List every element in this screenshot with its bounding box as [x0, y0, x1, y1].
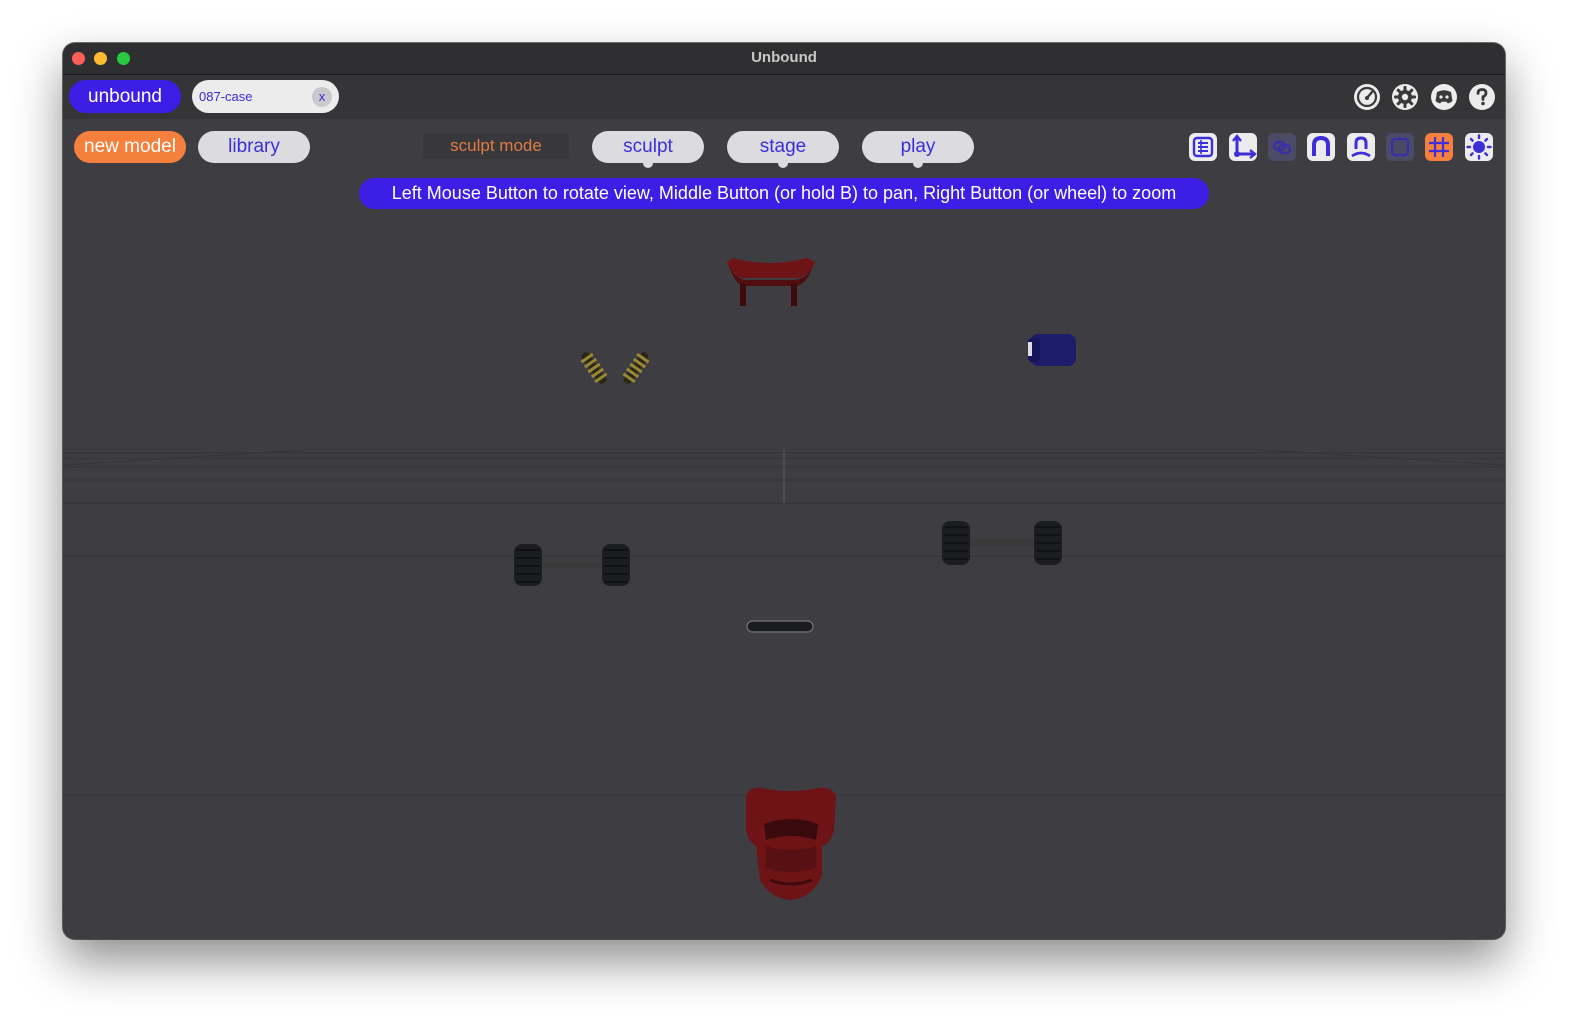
title-bar: Unbound	[63, 43, 1505, 75]
help-icon[interactable]	[1467, 82, 1497, 112]
controls-hint: Left Mouse Button to rotate view, Middle…	[359, 178, 1209, 209]
battery-part[interactable]	[1024, 330, 1080, 370]
discord-icon[interactable]	[1429, 82, 1459, 112]
tab-notch	[643, 158, 653, 168]
3d-viewport[interactable]: new model library sculpt mode sculpt sta…	[63, 120, 1505, 939]
magnet-icon[interactable]	[1306, 132, 1336, 162]
grid-icon[interactable]	[1424, 132, 1454, 162]
tab-notch	[778, 158, 788, 168]
window-title: Unbound	[751, 49, 817, 66]
skid-plate-part[interactable]	[745, 618, 815, 636]
tab-play-label: play	[900, 136, 936, 157]
seat-part[interactable]	[721, 254, 819, 310]
link-icon[interactable]	[1267, 132, 1297, 162]
frame-icon[interactable]	[1385, 132, 1415, 162]
top-bar: unbound 087-case x	[63, 75, 1505, 119]
front-axle-part[interactable]	[938, 517, 1066, 569]
new-model-button[interactable]: new model	[74, 131, 186, 163]
tab-sculpt[interactable]: sculpt	[592, 131, 704, 168]
brand-button[interactable]: unbound	[69, 80, 181, 113]
mirror-icon[interactable]	[1346, 132, 1376, 162]
settings-gear-icon[interactable]	[1390, 82, 1420, 112]
list-panel-icon[interactable]	[1188, 132, 1218, 162]
tab-stage-label: stage	[759, 136, 807, 157]
file-tab[interactable]: 087-case x	[192, 80, 339, 113]
rear-axle-part[interactable]	[510, 540, 636, 590]
tab-sculpt-label: sculpt	[623, 136, 673, 157]
front-bumper-part[interactable]	[740, 784, 840, 904]
library-button[interactable]: library	[198, 131, 310, 163]
file-tab-name: 087-case	[199, 89, 253, 104]
light-icon[interactable]	[1464, 132, 1494, 162]
performance-gauge-icon[interactable]	[1352, 82, 1382, 112]
shock-absorber-part[interactable]	[576, 346, 656, 390]
tab-stage[interactable]: stage	[727, 131, 839, 168]
app-window: Unbound unbound 087-case x new model lib…	[63, 43, 1505, 939]
tab-play[interactable]: play	[862, 131, 974, 168]
mode-indicator: sculpt mode	[423, 133, 569, 159]
tab-notch	[913, 158, 923, 168]
file-tab-close-button[interactable]: x	[312, 87, 332, 107]
axes-icon[interactable]	[1228, 132, 1258, 162]
